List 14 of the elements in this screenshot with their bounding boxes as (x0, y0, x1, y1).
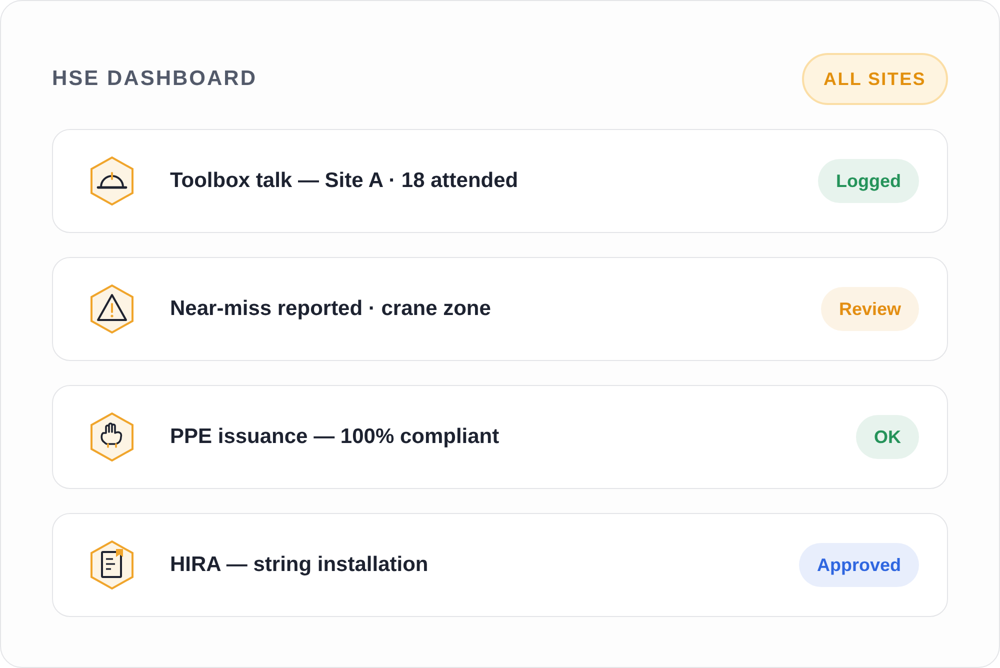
document-icon (90, 540, 134, 590)
status-label: Review (820, 287, 919, 331)
status-label: OK (856, 415, 919, 459)
dashboard-title: HSE DASHBOARD (52, 66, 258, 92)
status-label: Logged (818, 159, 919, 203)
warning-icon (90, 284, 134, 334)
activity-text: Near-miss reported · crane zone (170, 296, 491, 322)
activity-text: PPE issuance — 100% compliant (170, 424, 500, 450)
glove-icon (90, 412, 134, 462)
status-label: Approved (798, 543, 919, 587)
activity-text: Toolbox talk — Site A · 18 attended (170, 168, 518, 194)
hard-hat-icon (90, 156, 134, 206)
sites-filter[interactable]: ALL SITES (802, 53, 948, 105)
activity-text: HIRA — string installation (170, 552, 428, 578)
